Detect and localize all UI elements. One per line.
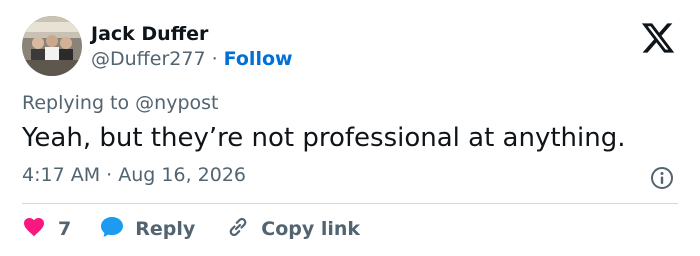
tweet-time: 4:17 AM bbox=[22, 164, 101, 186]
reply-button[interactable]: Reply bbox=[99, 214, 195, 244]
action-bar: 7 Reply Copy link bbox=[22, 214, 360, 244]
x-logo-icon[interactable] bbox=[640, 20, 676, 56]
divider bbox=[22, 203, 678, 204]
link-icon bbox=[225, 214, 251, 244]
replying-to-prefix: Replying to bbox=[22, 92, 136, 114]
copy-link-button[interactable]: Copy link bbox=[225, 214, 360, 244]
author-handle[interactable]: @Duffer277 bbox=[91, 48, 206, 70]
heart-icon bbox=[22, 215, 46, 243]
like-button[interactable]: 7 bbox=[22, 215, 71, 243]
tweet-date: Aug 16, 2026 bbox=[118, 164, 246, 186]
replying-to-mention[interactable]: @nypost bbox=[135, 92, 218, 114]
replying-to: Replying to @nypost bbox=[22, 92, 218, 114]
follow-button[interactable]: Follow bbox=[224, 48, 293, 70]
avatar[interactable] bbox=[22, 16, 82, 76]
handle-separator: · bbox=[211, 47, 218, 70]
info-icon[interactable] bbox=[648, 164, 676, 192]
tweet-text: Yeah, but they’re not professional at an… bbox=[22, 123, 626, 153]
author-handle-line: @Duffer277 · Follow bbox=[91, 47, 293, 71]
reply-label: Reply bbox=[135, 218, 196, 240]
tweet-header: Jack Duffer @Duffer277 · Follow bbox=[22, 16, 293, 76]
like-count: 7 bbox=[58, 218, 72, 240]
tweet-timestamp[interactable]: 4:17 AM · Aug 16, 2026 bbox=[22, 164, 246, 186]
speech-bubble-icon bbox=[99, 214, 125, 244]
author-display-name[interactable]: Jack Duffer bbox=[91, 22, 293, 46]
author-info: Jack Duffer @Duffer277 · Follow bbox=[91, 22, 293, 71]
copy-link-label: Copy link bbox=[261, 218, 361, 240]
timestamp-separator: · bbox=[106, 164, 113, 186]
